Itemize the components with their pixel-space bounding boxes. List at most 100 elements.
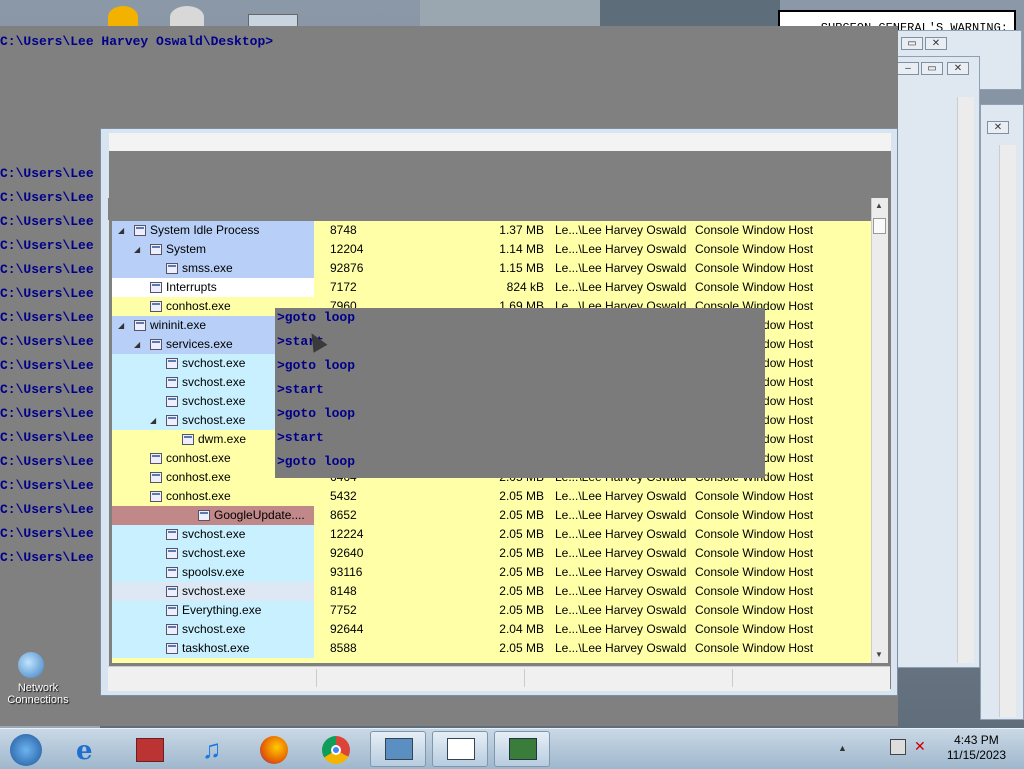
- window-back-2[interactable]: – ▭ ✕: [896, 56, 980, 668]
- process-user: Le...\Lee Harvey Oswald: [555, 489, 687, 503]
- minimize-button[interactable]: ▭: [901, 37, 923, 50]
- process-name: dwm.exe: [198, 432, 247, 446]
- process-description: Console Window Host: [695, 489, 814, 503]
- scroll-up-icon[interactable]: ▲: [875, 201, 883, 210]
- internet-explorer-icon[interactable]: e: [70, 732, 110, 766]
- music-app-icon[interactable]: ♫: [192, 732, 232, 766]
- maximize-button[interactable]: ▭: [921, 62, 943, 75]
- process-icon: [166, 377, 178, 388]
- process-row[interactable]: svchost.exe 12224 2.05 MB Le...\Lee Harvey …: [112, 525, 872, 544]
- process-icon: [150, 301, 162, 312]
- close-button[interactable]: ✕: [925, 37, 947, 50]
- process-pid: 8588: [330, 641, 357, 655]
- expand-toggle-icon[interactable]: ◢: [118, 316, 124, 335]
- process-name: conhost.exe: [166, 451, 231, 465]
- process-icon: [150, 472, 162, 483]
- process-memory: 2.05 MB: [499, 584, 544, 598]
- expand-toggle-icon[interactable]: ◢: [150, 411, 156, 430]
- console-line: C:\Users\Lee: [0, 406, 94, 421]
- process-user: Le...\Lee Harvey Oswald: [555, 527, 687, 541]
- process-icon: [150, 244, 162, 255]
- process-icon: [198, 510, 210, 521]
- process-memory: 2.05 MB: [499, 641, 544, 655]
- scroll-down-icon[interactable]: ▼: [875, 650, 883, 659]
- process-row[interactable]: smss.exe 92876 1.15 MB Le...\Lee Harvey Osw…: [112, 259, 872, 278]
- process-row[interactable]: GoogleUpdate.... 8652 2.05 MB Le...\Lee Har…: [112, 506, 872, 525]
- process-name: services.exe: [166, 337, 233, 351]
- process-icon: [166, 396, 178, 407]
- clock-date: 11/15/2023: [946, 748, 1006, 762]
- process-memory: 2.05 MB: [499, 546, 544, 560]
- console-overlay-line: >goto loop: [277, 310, 356, 325]
- process-row[interactable]: svchost.exe 92640 2.05 MB Le...\Lee Harvey …: [112, 544, 872, 563]
- process-row[interactable]: Interrupts 7172 824 kB Le...\Lee Harvey Osw…: [112, 278, 872, 297]
- process-description: Console Window Host: [695, 223, 814, 237]
- process-list-scrollbar[interactable]: ▲ ▼: [871, 198, 888, 663]
- minimize-button[interactable]: –: [897, 62, 919, 75]
- process-row[interactable]: Everything.exe 7752 2.05 MB Le...\Lee Harve…: [112, 601, 872, 620]
- expand-toggle-icon[interactable]: ◢: [118, 221, 124, 240]
- process-icon: [134, 225, 146, 236]
- console-line: C:\Users\Lee: [0, 286, 94, 301]
- process-name-cell: conhost.exe: [112, 487, 314, 506]
- clock[interactable]: 4:43 PM 11/15/2023: [947, 733, 1006, 763]
- process-name-cell: Everything.exe: [112, 601, 314, 620]
- taskbar-app-3[interactable]: [494, 731, 550, 767]
- desktop-icon-yellow[interactable]: [108, 6, 138, 28]
- status-bar: [108, 666, 890, 691]
- scrollbar[interactable]: [999, 145, 1016, 717]
- process-row[interactable]: svchost.exe 92644 2.04 MB Le...\Lee Harvey …: [112, 620, 872, 639]
- process-description: Console Window Host: [695, 622, 814, 636]
- process-name: svchost.exe: [182, 546, 246, 560]
- process-description: Console Window Host: [695, 584, 814, 598]
- network-connections-label[interactable]: Network Connections: [2, 682, 74, 706]
- process-icon: [182, 434, 194, 445]
- window-back-1[interactable]: ✕: [980, 104, 1024, 720]
- process-row[interactable]: ◢ System Idle Process 8748 1.37 MB Le...\Lee…: [112, 221, 872, 240]
- scroll-thumb[interactable]: [873, 218, 886, 234]
- console-line: C:\Users\Lee: [0, 238, 94, 253]
- store-app-icon[interactable]: [130, 732, 170, 766]
- process-description: Console Window Host: [695, 565, 814, 579]
- process-row[interactable]: ◢ System 12204 1.14 MB Le...\Lee Harvey Oswa…: [112, 240, 872, 259]
- process-description: Console Window Host: [695, 280, 814, 294]
- taskbar-app-1[interactable]: [370, 731, 426, 767]
- console-overlay-line: >goto loop: [277, 358, 356, 373]
- firefox-icon[interactable]: [254, 732, 294, 766]
- console-line: C:\Users\Lee: [0, 358, 94, 373]
- process-name: svchost.exe: [182, 356, 246, 370]
- expand-toggle-icon[interactable]: ◢: [134, 240, 140, 259]
- wallpaper-building: [600, 0, 780, 26]
- network-tray-icon[interactable]: [890, 739, 906, 755]
- process-window-titlebar[interactable]: [109, 133, 891, 151]
- process-pid: 5432: [330, 489, 357, 503]
- process-name: conhost.exe: [166, 489, 231, 503]
- process-name-cell: smss.exe: [112, 259, 314, 278]
- taskbar-app-2[interactable]: [432, 731, 488, 767]
- process-pid: 12204: [330, 242, 364, 256]
- start-button-icon[interactable]: [6, 732, 46, 766]
- console-overlay-line: >goto loop: [277, 454, 356, 469]
- process-pid: 12224: [330, 527, 364, 541]
- process-row[interactable]: svchost.exe 8148 2.05 MB Le...\Lee Harvey O…: [112, 582, 872, 601]
- console-line: C:\Users\Lee: [0, 502, 94, 517]
- process-list-header: [108, 198, 871, 220]
- network-connections-icon[interactable]: [18, 652, 44, 678]
- show-hidden-icons-icon[interactable]: ▲: [838, 743, 847, 753]
- close-button[interactable]: ✕: [987, 121, 1009, 134]
- process-row[interactable]: taskhost.exe 8588 2.05 MB Le...\Lee Harvey …: [112, 639, 872, 658]
- volume-muted-icon[interactable]: ✕: [914, 738, 926, 755]
- process-pid: 8748: [330, 223, 357, 237]
- process-row[interactable]: conhost.exe 5432 2.05 MB Le...\Lee Harvey O…: [112, 487, 872, 506]
- desktop-icon-gear[interactable]: [170, 6, 204, 28]
- process-name-cell: svchost.exe: [112, 544, 314, 563]
- process-icon: [150, 491, 162, 502]
- close-button[interactable]: ✕: [947, 62, 969, 75]
- process-row[interactable]: spoolsv.exe 93116 2.05 MB Le...\Lee Harvey …: [112, 563, 872, 582]
- process-name: wininit.exe: [150, 318, 207, 332]
- console-overlay-line: >start: [277, 430, 324, 445]
- process-pid: 7752: [330, 603, 357, 617]
- scrollbar[interactable]: [957, 97, 974, 663]
- chrome-icon[interactable]: [316, 732, 356, 766]
- expand-toggle-icon[interactable]: ◢: [134, 335, 140, 354]
